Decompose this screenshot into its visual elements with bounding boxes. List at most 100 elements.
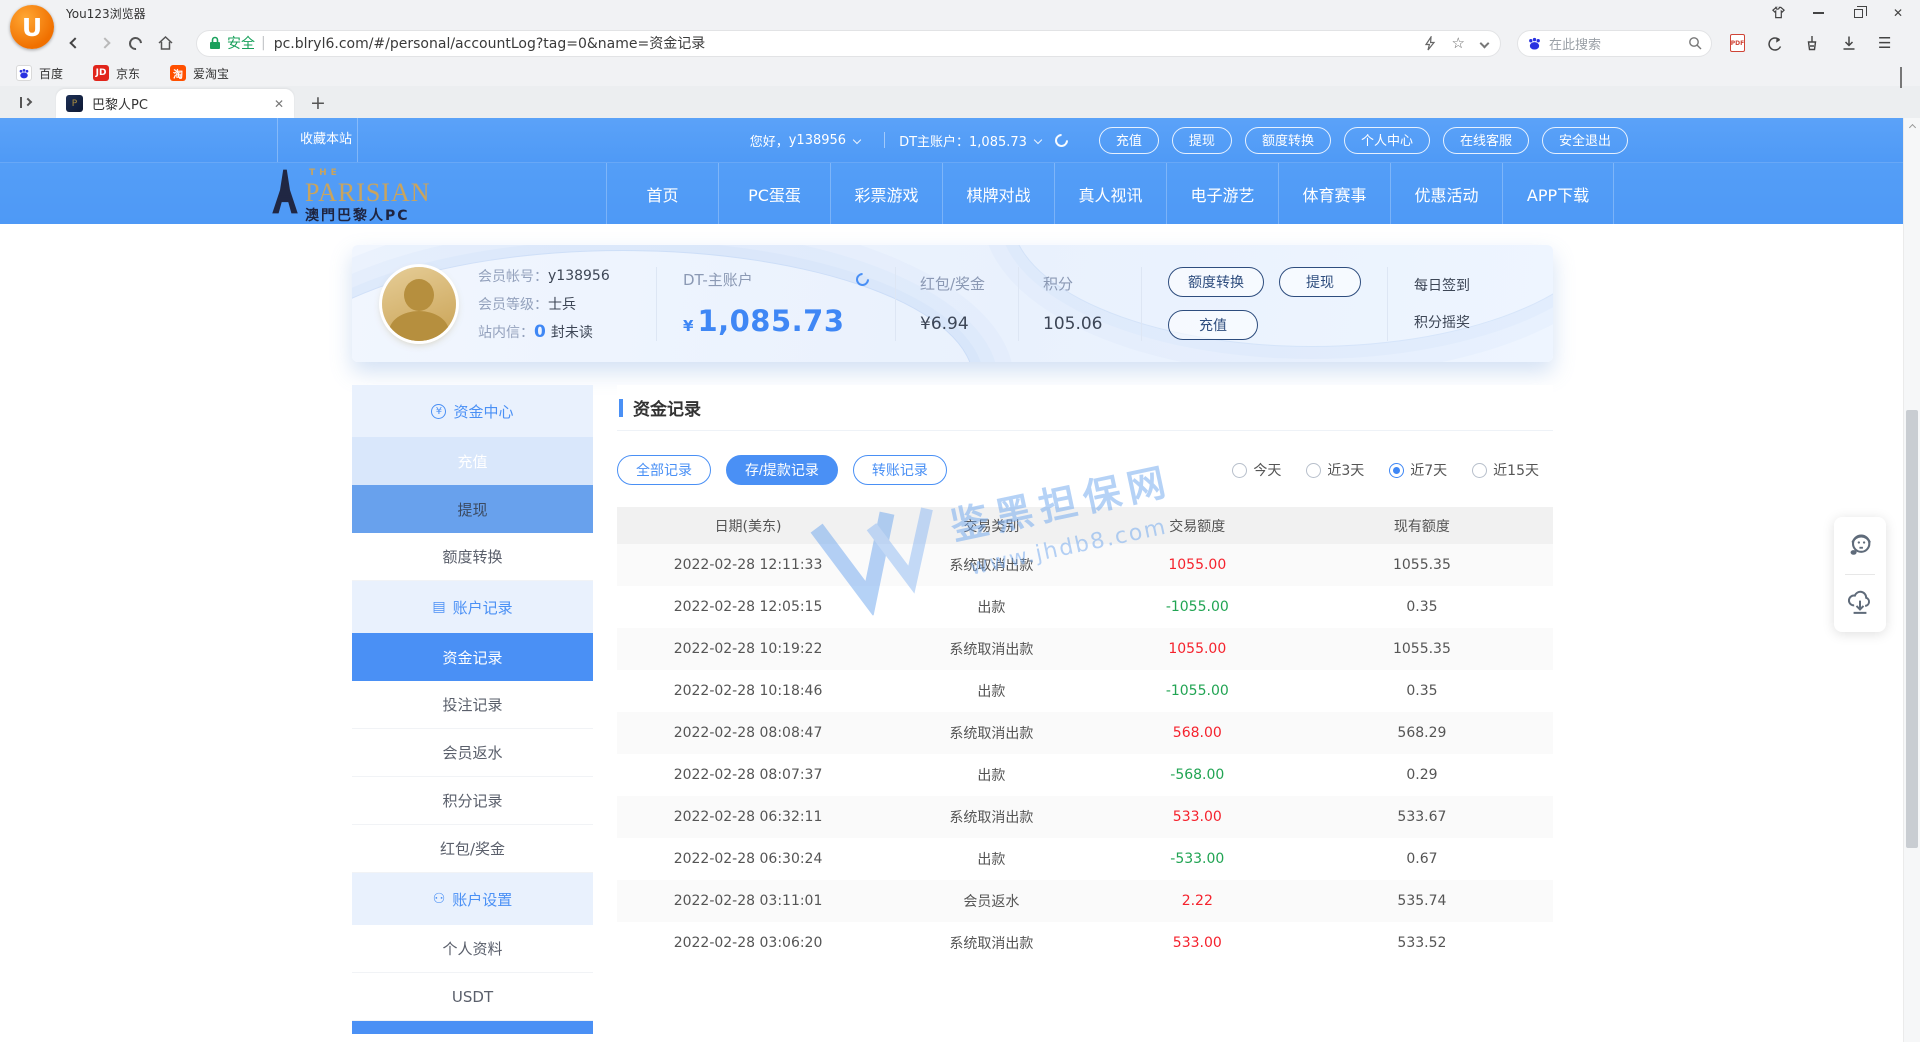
refresh-balance-icon[interactable] <box>1052 131 1070 149</box>
date-range-radio[interactable]: 今天 <box>1232 460 1281 480</box>
page-scrollbar[interactable] <box>1903 118 1920 1042</box>
maximize-icon[interactable] <box>1850 5 1866 21</box>
cloud-download-icon[interactable] <box>1846 589 1874 617</box>
address-bar[interactable]: 安全 | pc.blryl6.com/#/personal/accountLog… <box>196 30 1501 57</box>
sidebar-item[interactable]: 会员返水 <box>352 729 593 777</box>
topbar-pill-button[interactable]: 个人中心 <box>1344 127 1430 154</box>
deposit-button[interactable]: 充值 <box>1168 310 1258 340</box>
skin-icon[interactable] <box>1770 5 1786 21</box>
radio-dot[interactable] <box>1389 463 1404 478</box>
date-range-radio[interactable]: 近3天 <box>1306 460 1364 480</box>
sidebar-item-partial[interactable] <box>352 1021 593 1034</box>
scrollbar-thumb[interactable] <box>1906 410 1918 848</box>
sidebar-item[interactable]: USDT <box>352 973 593 1021</box>
sidebar-item[interactable]: 红包/奖金 <box>352 825 593 873</box>
sidebar-item[interactable]: 积分记录 <box>352 777 593 825</box>
currency-symbol: ¥ <box>683 317 693 335</box>
new-tab-button[interactable]: + <box>310 92 326 114</box>
pdf-icon[interactable]: PDF <box>1730 34 1745 52</box>
sidebar-item[interactable]: 账户记录 <box>352 581 593 633</box>
record-filter-button[interactable]: 存/提款记录 <box>726 455 838 485</box>
record-filter-button[interactable]: 全部记录 <box>617 455 711 485</box>
topbar-pill-button[interactable]: 在线客服 <box>1443 127 1529 154</box>
table-row[interactable]: 2022-02-28 10:18:46 出款 -1055.00 0.35 <box>617 670 1553 712</box>
lightning-icon[interactable] <box>1424 36 1436 51</box>
date-range-radio[interactable]: 近15天 <box>1472 460 1539 480</box>
sidebar-item[interactable]: 充值 <box>352 437 593 485</box>
sidebar-item[interactable]: 资金记录 <box>352 633 593 681</box>
table-row[interactable]: 2022-02-28 12:11:33 系统取消出款 1055.00 1055.… <box>617 544 1553 586</box>
nav-item[interactable]: 电子游艺 <box>1166 163 1278 225</box>
close-icon[interactable]: ✕ <box>1890 5 1906 21</box>
divider <box>1845 574 1875 575</box>
radio-dot[interactable] <box>1306 463 1321 478</box>
table-row[interactable]: 2022-02-28 12:05:15 出款 -1055.00 0.35 <box>617 586 1553 628</box>
reload-icon[interactable] <box>122 30 148 56</box>
nav-item[interactable]: 棋牌对战 <box>942 163 1054 225</box>
avatar[interactable] <box>382 267 456 341</box>
home-icon[interactable] <box>152 30 178 56</box>
withdraw-button[interactable]: 提现 <box>1279 267 1361 297</box>
wallet-refresh-icon[interactable] <box>853 270 871 288</box>
back-icon[interactable] <box>62 30 88 56</box>
nav-item[interactable]: 首页 <box>606 163 718 225</box>
forward-icon[interactable] <box>92 30 118 56</box>
sidebar-item[interactable]: 提现 <box>352 485 593 533</box>
favorite-site-link[interactable]: 收藏本站 <box>300 118 352 162</box>
search-icon[interactable] <box>1688 36 1702 50</box>
topbar-pill-button[interactable]: 充值 <box>1099 127 1159 154</box>
nav-item[interactable]: APP下载 <box>1502 163 1614 225</box>
bookmark-star-icon[interactable]: ☆ <box>1452 34 1465 52</box>
date-range-radio[interactable]: 近7天 <box>1389 460 1447 480</box>
undo-icon[interactable] <box>1766 36 1783 51</box>
points-lottery-link[interactable]: 积分摇奖 <box>1414 312 1470 332</box>
browser-logo[interactable]: U <box>10 5 54 49</box>
menu-icon[interactable]: ☰ <box>1878 34 1891 52</box>
address-dropdown-icon[interactable] <box>1480 38 1490 48</box>
sidebar-item[interactable]: 投注记录 <box>352 681 593 729</box>
nav-item[interactable]: PC蛋蛋 <box>718 163 830 225</box>
nav-item[interactable]: 真人视讯 <box>1054 163 1166 225</box>
topbar-pill-button[interactable]: 安全退出 <box>1542 127 1628 154</box>
minimize-icon[interactable] <box>1810 5 1826 21</box>
sidebar-item[interactable]: 账户设置 <box>352 873 593 925</box>
bookmark-jd[interactable]: JD 京东 <box>93 65 140 82</box>
table-row[interactable]: 2022-02-28 08:08:47 系统取消出款 568.00 568.29 <box>617 712 1553 754</box>
topbar-pill-button[interactable]: 提现 <box>1172 127 1232 154</box>
cleaner-icon[interactable] <box>1804 35 1820 51</box>
table-row[interactable]: 2022-02-28 10:19:22 系统取消出款 1055.00 1055.… <box>617 628 1553 670</box>
topbar-pill-button[interactable]: 额度转换 <box>1245 127 1331 154</box>
user-dropdown-icon[interactable] <box>853 136 861 144</box>
bookmark-taobao[interactable]: 淘 爱淘宝 <box>170 65 229 82</box>
table-row[interactable]: 2022-02-28 06:32:11 系统取消出款 533.00 533.67 <box>617 796 1553 838</box>
daily-signin-link[interactable]: 每日签到 <box>1414 275 1470 295</box>
download-icon[interactable] <box>1841 35 1857 51</box>
sidebar-item[interactable]: 个人资料 <box>352 925 593 973</box>
table-row[interactable]: 2022-02-28 03:06:20 系统取消出款 533.00 533.52 <box>617 922 1553 964</box>
bookmarks-collapse-icon[interactable] <box>1900 67 1902 86</box>
nav-item[interactable]: 彩票游戏 <box>830 163 942 225</box>
sidebar-toggle-icon[interactable] <box>12 89 38 115</box>
site-logo[interactable]: THE PARISIAN 澳門巴黎人PC <box>268 169 431 223</box>
nav-item[interactable]: 体育赛事 <box>1278 163 1390 225</box>
customer-service-icon[interactable] <box>1846 532 1874 560</box>
table-row[interactable]: 2022-02-28 06:30:24 出款 -533.00 0.67 <box>617 838 1553 880</box>
sidebar-item[interactable]: 资金中心 <box>352 385 593 437</box>
search-box[interactable]: 在此搜索 <box>1517 30 1712 57</box>
scrollbar-up-icon[interactable] <box>1904 118 1920 133</box>
record-filter-button[interactable]: 转账记录 <box>853 455 947 485</box>
mail-suffix: 封未读 <box>551 322 593 342</box>
table-row[interactable]: 2022-02-28 03:11:01 会员返水 2.22 535.74 <box>617 880 1553 922</box>
mail-count[interactable]: 0 <box>534 322 546 342</box>
nav-item[interactable]: 优惠活动 <box>1390 163 1502 225</box>
account-dropdown-icon[interactable] <box>1034 136 1042 144</box>
radio-dot[interactable] <box>1472 463 1487 478</box>
transfer-button[interactable]: 额度转换 <box>1168 267 1264 297</box>
bookmark-baidu[interactable]: 百度 <box>16 65 63 82</box>
sidebar-item[interactable]: 额度转换 <box>352 533 593 581</box>
tab-close-icon[interactable]: ✕ <box>274 97 284 111</box>
username[interactable]: y138956 <box>789 133 846 148</box>
radio-dot[interactable] <box>1232 463 1247 478</box>
tab-parisian[interactable]: P 巴黎人PC ✕ <box>56 89 294 118</box>
table-row[interactable]: 2022-02-28 08:07:37 出款 -568.00 0.29 <box>617 754 1553 796</box>
